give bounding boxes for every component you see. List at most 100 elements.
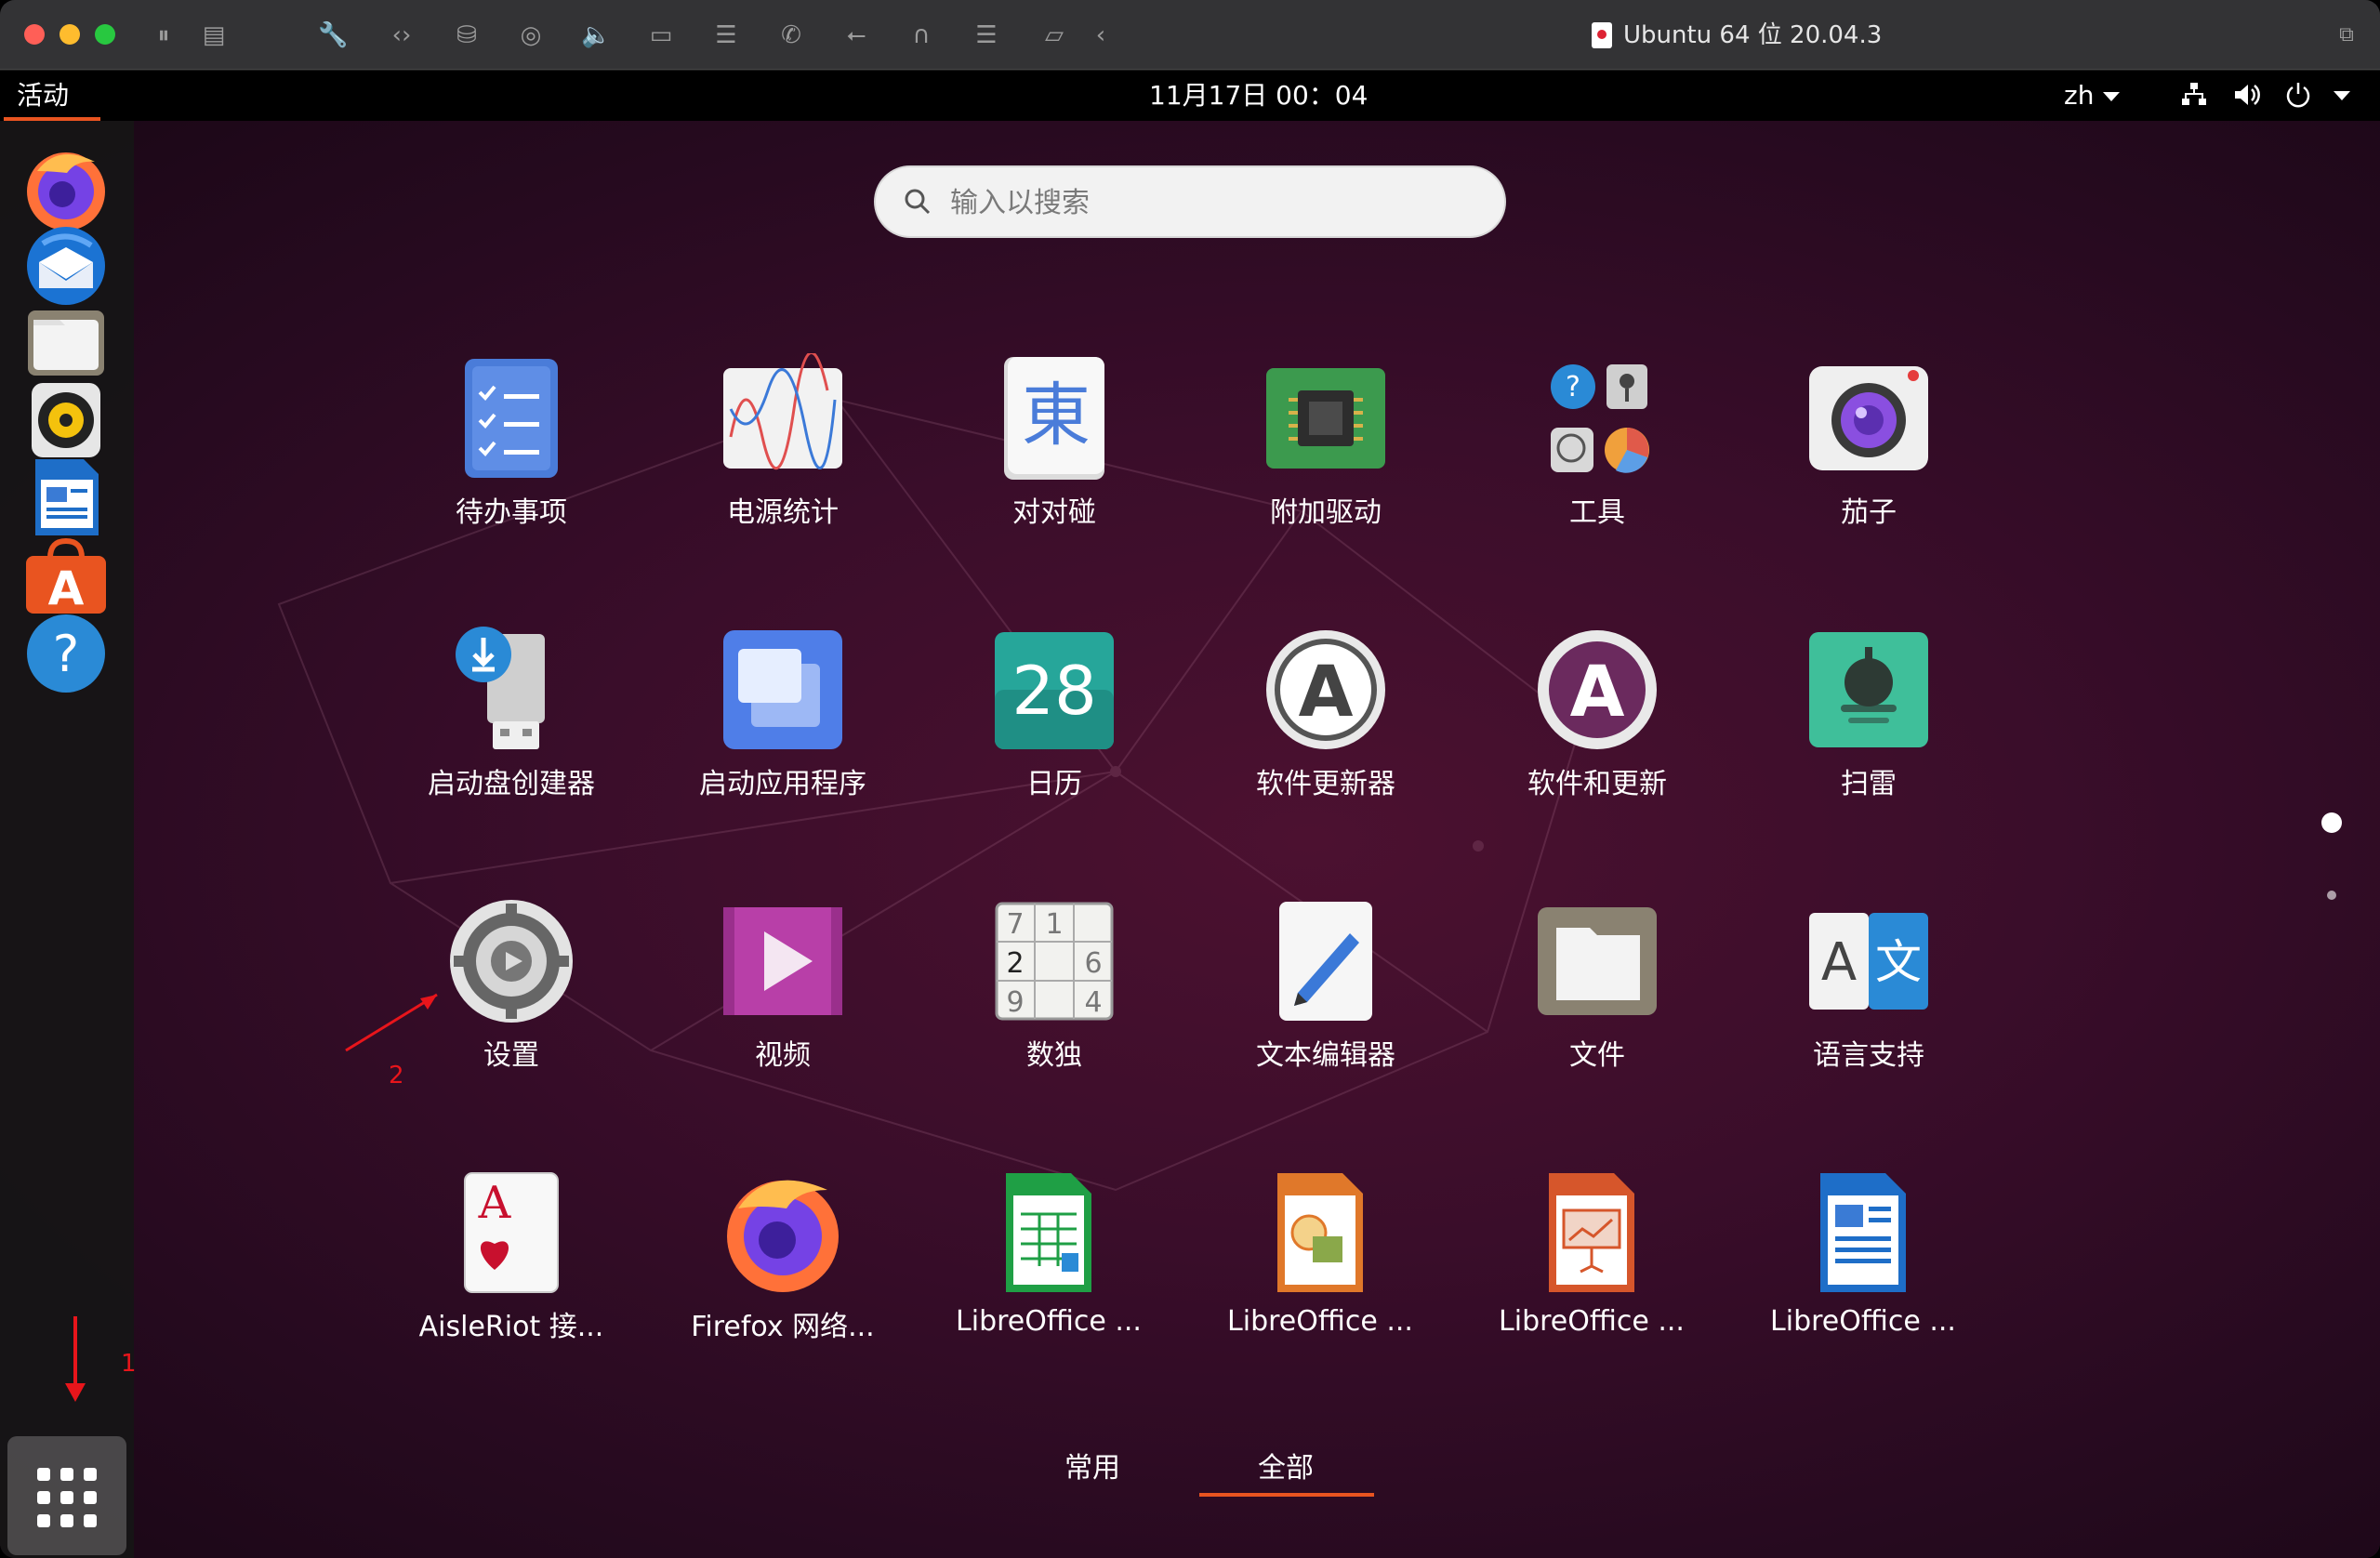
- app-folder-tools[interactable]: ? 工具: [1486, 353, 1709, 586]
- app-sudoku[interactable]: 712 6 9 4 数独: [943, 896, 1166, 1129]
- annotation-label-1: 1: [121, 1350, 137, 1378]
- chip-icon: [1266, 368, 1385, 469]
- libreoffice-impress-icon: [1549, 1173, 1634, 1292]
- close-window-button[interactable]: [24, 24, 45, 45]
- clock[interactable]: 11月17日 00：04: [1149, 78, 1368, 113]
- aisleriot-cards-icon: A: [464, 1172, 559, 1293]
- app-label: 软件更新器: [1256, 768, 1395, 800]
- apps-grid-icon: [37, 1468, 97, 1527]
- page-indicator-1[interactable]: [2321, 812, 2342, 833]
- svg-text:1: 1: [1045, 908, 1063, 941]
- window-title-text: Ubuntu 64 位 20.04.3: [1623, 21, 1883, 49]
- network-icon[interactable]: [2177, 80, 2211, 117]
- input-method-menu[interactable]: zh: [2064, 78, 2121, 113]
- dock-help-icon[interactable]: ?: [20, 608, 112, 699]
- svg-text:4: 4: [1084, 986, 1102, 1019]
- app-power-statistics[interactable]: 电源统计: [671, 353, 894, 586]
- pause-icon[interactable]: ⏸: [149, 20, 178, 50]
- mahjongg-glyph: 東: [1022, 376, 1091, 456]
- app-label: LibreOffice ...: [1770, 1305, 1956, 1338]
- app-label: 电源统计: [727, 496, 839, 529]
- app-label: 启动应用程序: [699, 768, 866, 800]
- app-label: 日历: [1026, 768, 1082, 800]
- gnome-top-bar: 活动 11月17日 00：04 zh: [0, 71, 2380, 121]
- snapshot-icon[interactable]: ▤: [199, 20, 229, 50]
- power-icon[interactable]: [2281, 80, 2315, 117]
- app-todo[interactable]: 待办事项: [400, 353, 623, 586]
- app-videos[interactable]: 视频: [671, 896, 894, 1129]
- app-files[interactable]: 文件: [1486, 896, 1709, 1129]
- annotation-label-2: 2: [389, 1062, 404, 1089]
- power-statistics-icon: [723, 353, 842, 470]
- libreoffice-writer-icon: [1820, 1173, 1906, 1292]
- app-cheese[interactable]: 茄子: [1757, 353, 1980, 586]
- svg-text:?: ?: [1566, 371, 1580, 403]
- app-language-support[interactable]: A文 语言支持: [1757, 896, 1980, 1129]
- app-label: 附加驱动: [1270, 496, 1382, 529]
- settings-gear-icon: [450, 900, 573, 1023]
- app-text-editor[interactable]: 文本编辑器: [1214, 896, 1437, 1129]
- app-software-and-updates[interactable]: A 软件和更新: [1486, 625, 1709, 857]
- maximize-window-button[interactable]: [95, 24, 115, 45]
- app-calendar[interactable]: 28 日历: [943, 625, 1166, 857]
- app-startup-applications[interactable]: 启动应用程序: [671, 625, 894, 857]
- app-firefox[interactable]: Firefox 网络...: [671, 1168, 894, 1400]
- tools-folder-icon: ?: [1551, 364, 1649, 473]
- app-libreoffice-draw[interactable]: LibreOffice ...: [1209, 1168, 1432, 1400]
- app-duiduipeng[interactable]: 東 对对碰: [943, 353, 1166, 586]
- restore-icon[interactable]: ⧉: [2332, 20, 2361, 50]
- app-label: LibreOffice ...: [1227, 1305, 1413, 1338]
- code-arrows-icon[interactable]: ‹›: [387, 20, 416, 50]
- wrench-icon[interactable]: 🔧: [318, 20, 348, 50]
- app-libreoffice-calc[interactable]: LibreOffice ...: [937, 1168, 1160, 1400]
- app-label: 茄子: [1841, 496, 1897, 529]
- printer-icon[interactable]: ☰: [711, 20, 741, 50]
- folder-share-icon[interactable]: ▱: [1039, 20, 1069, 50]
- app-startup-disk-creator[interactable]: 启动盘创建器: [400, 625, 623, 857]
- volume-icon[interactable]: [2229, 80, 2263, 117]
- app-label: 待办事项: [456, 496, 567, 529]
- app-additional-drivers[interactable]: 附加驱动: [1214, 353, 1437, 586]
- cheese-webcam-icon: [1809, 366, 1928, 470]
- minimize-window-button[interactable]: [60, 24, 80, 45]
- activities-button[interactable]: 活动: [17, 78, 69, 113]
- back-icon[interactable]: ‹: [1086, 20, 1116, 50]
- videos-icon: [723, 907, 842, 1015]
- app-aisleriot[interactable]: A AisleRiot 接...: [400, 1168, 623, 1400]
- system-menu-chevron-icon[interactable]: [2334, 91, 2350, 100]
- app-label: Firefox 网络...: [691, 1311, 875, 1343]
- chevron-down-icon: [2103, 92, 2121, 101]
- svg-text:?: ?: [53, 625, 80, 683]
- usb-creator-icon: [456, 627, 545, 749]
- headphones-icon[interactable]: ∩: [906, 20, 936, 50]
- camera-icon[interactable]: ◎: [516, 20, 546, 50]
- sudoku-icon: 7 12 6 9 4: [995, 902, 1114, 1021]
- app-label: LibreOffice ...: [956, 1305, 1142, 1338]
- app-label: 工具: [1569, 496, 1625, 529]
- app-label: 文件: [1569, 1039, 1625, 1072]
- harddisk-icon[interactable]: ⛁: [452, 20, 482, 50]
- app-label: 数独: [1026, 1039, 1082, 1072]
- phone-icon[interactable]: ✆: [776, 20, 806, 50]
- calendar-icon: 28: [995, 632, 1114, 749]
- app-libreoffice-writer[interactable]: LibreOffice ...: [1752, 1168, 1975, 1400]
- app-software-updater[interactable]: A 软件更新器: [1214, 625, 1437, 857]
- app-label: 启动盘创建器: [428, 768, 595, 800]
- search-input[interactable]: [950, 180, 1471, 225]
- search-bar[interactable]: [874, 165, 1506, 238]
- audio-icon[interactable]: 🔈: [581, 20, 611, 50]
- show-applications-button[interactable]: [7, 1436, 126, 1555]
- usb-icon[interactable]: ⭠: [841, 20, 871, 50]
- tab-frequent[interactable]: 常用: [1051, 1441, 1134, 1497]
- svg-text:2: 2: [1006, 947, 1024, 980]
- app-mines[interactable]: 扫雷: [1757, 625, 1980, 857]
- video-icon[interactable]: ▭: [646, 20, 676, 50]
- software-properties-icon: A: [1538, 630, 1657, 749]
- network-icon[interactable]: ☰: [972, 20, 1001, 50]
- app-label: 软件和更新: [1527, 768, 1667, 800]
- search-icon: [905, 189, 931, 215]
- active-tab-indicator: [1199, 1493, 1374, 1497]
- tab-all[interactable]: 全部: [1244, 1441, 1328, 1497]
- app-libreoffice-impress[interactable]: LibreOffice ...: [1480, 1168, 1703, 1400]
- page-indicator-2[interactable]: [2327, 891, 2336, 900]
